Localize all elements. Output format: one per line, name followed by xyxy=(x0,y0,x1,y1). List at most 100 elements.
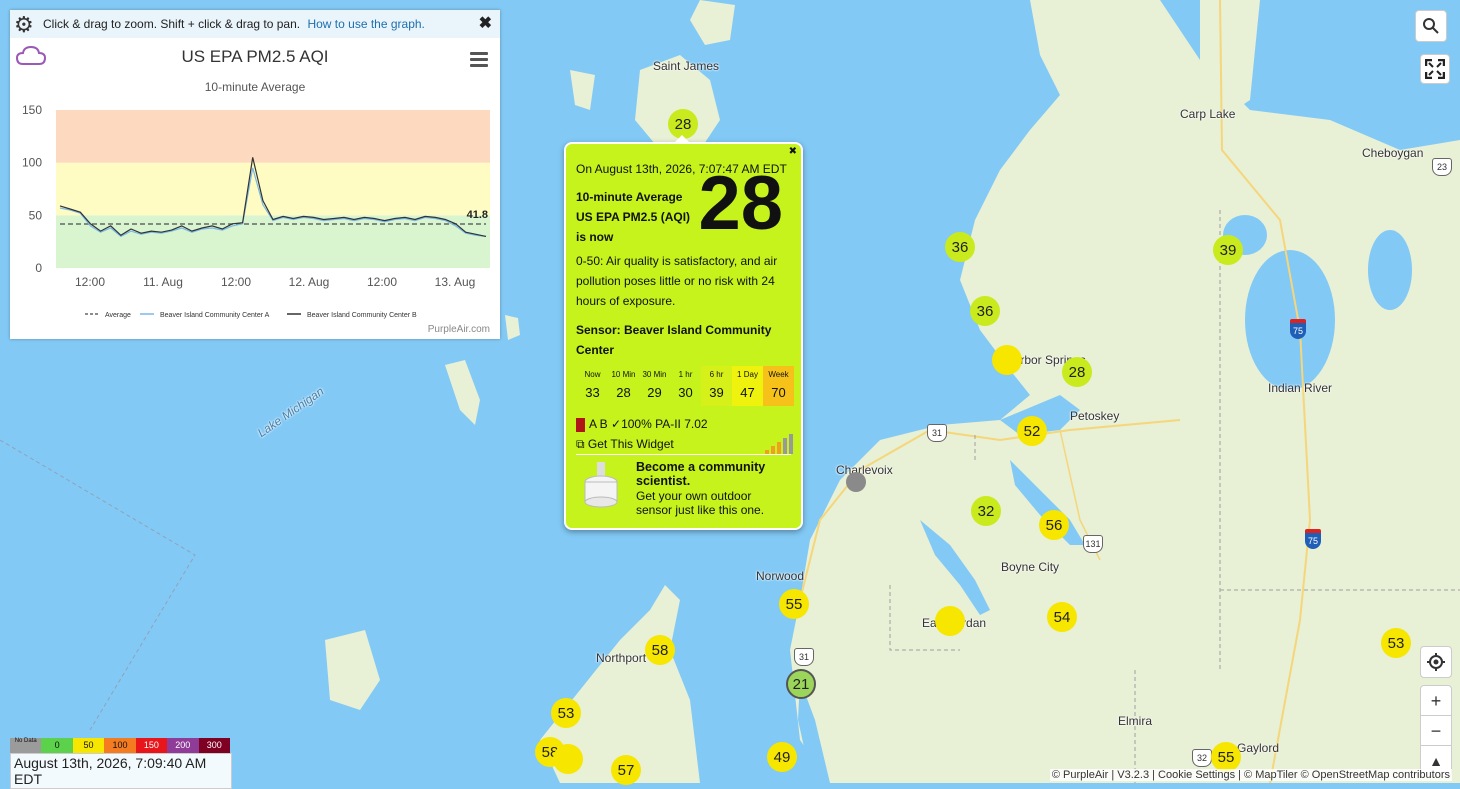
sensor-marker[interactable] xyxy=(846,472,866,492)
graph-help-link[interactable]: How to use the graph. xyxy=(307,17,424,31)
sensor-marker[interactable]: 57 xyxy=(611,755,641,785)
close-icon[interactable]: ✖ xyxy=(479,13,492,33)
x-tick-label: 12. Aug xyxy=(289,275,330,289)
legend-label: Average xyxy=(105,312,131,319)
place-label: Elmira xyxy=(1118,714,1153,728)
graph-subtitle: 10-minute Average xyxy=(204,80,306,94)
popup-arrow xyxy=(674,135,690,143)
sensor-marker[interactable]: 53 xyxy=(551,698,581,728)
place-label: Norwood xyxy=(756,569,805,583)
sensor-marker[interactable]: 32 xyxy=(971,496,1001,526)
aqi-band xyxy=(56,110,490,163)
zoom-out-button[interactable]: − xyxy=(1420,715,1452,747)
legend-item: 50 xyxy=(72,738,105,753)
route-shield: 31 xyxy=(927,424,947,442)
graph-credit: PurpleAir.com xyxy=(427,324,490,335)
legend-item: 200 xyxy=(167,738,199,753)
place-label: Petoskey xyxy=(1070,409,1120,423)
x-tick-label: 12:00 xyxy=(221,275,251,289)
history-cell: 30 Min 29 xyxy=(639,366,670,406)
popup-status: A B ✓100% PA-II 7.02 xyxy=(576,417,708,432)
legend-item: 0 xyxy=(41,738,73,753)
divider xyxy=(576,454,791,455)
gear-icon[interactable]: ⚙ xyxy=(14,12,34,38)
x-tick-label: 13. Aug xyxy=(435,275,476,289)
interstate-shield: 75 xyxy=(1290,319,1306,339)
menu-icon[interactable] xyxy=(470,52,488,70)
popup-description: 0-50: Air quality is satisfactory, and a… xyxy=(576,254,778,308)
sensor-popup: ✖ On August 13th, 2026, 7:07:47 AM EDT 1… xyxy=(564,135,803,530)
graph-panel: ⚙ Click & drag to zoom. Shift + click & … xyxy=(10,10,500,339)
popup-aqi-value: 28 xyxy=(698,161,783,246)
sensor-marker[interactable]: 49 xyxy=(767,742,797,772)
fullscreen-icon[interactable] xyxy=(1420,54,1450,84)
graph-hint: Click & drag to zoom. Shift + click & dr… xyxy=(43,17,301,31)
history-cell: 1 hr 30 xyxy=(670,366,701,406)
close-icon[interactable]: ✖ xyxy=(789,146,797,157)
popup-label: 10-minute Average US EPA PM2.5 (AQI) is … xyxy=(576,190,691,244)
sensor-marker[interactable] xyxy=(935,606,965,636)
search-icon[interactable] xyxy=(1415,10,1447,42)
sensor-marker[interactable] xyxy=(992,345,1022,375)
graph-title: US EPA PM2.5 AQI xyxy=(181,47,329,66)
sensor-marker[interactable]: 55 xyxy=(1211,742,1241,772)
history-table: Now 33 10 Min 28 30 Min 29 1 hr 30 6 hr 39 1 … xyxy=(577,366,794,406)
promo-title[interactable]: Become a community scientist. xyxy=(636,460,786,488)
legend-time: August 13th, 2026, 7:09:40 AM EDT xyxy=(10,753,232,789)
promo-text: Get your own outdoor sensor just like th… xyxy=(636,489,765,517)
popup-sensor-name: Sensor: Beaver Island Community Center xyxy=(576,323,772,357)
legend-bar: No Data 0 50 100 150 200 300 xyxy=(10,738,230,753)
get-widget-link[interactable]: ⧉ Get This Widget xyxy=(576,437,674,452)
route-shield: 32 xyxy=(1192,749,1212,767)
route-shield: 31 xyxy=(794,648,814,666)
sensor-marker[interactable]: 52 xyxy=(1017,416,1047,446)
sensor-marker[interactable]: 56 xyxy=(1039,510,1069,540)
average-label: 41.8 xyxy=(467,209,488,221)
sensor-device-image[interactable] xyxy=(584,462,618,508)
sensor-marker[interactable]: 54 xyxy=(1047,602,1077,632)
graph-toolbar: ⚙ Click & drag to zoom. Shift + click & … xyxy=(10,10,500,38)
sensor-marker[interactable]: 36 xyxy=(945,232,975,262)
route-shield: 131 xyxy=(1083,535,1103,553)
place-label: Boyne City xyxy=(1001,560,1060,574)
sensor-marker[interactable]: 39 xyxy=(1213,235,1243,265)
signal-icon xyxy=(765,434,793,454)
widget-icon: ⧉ xyxy=(576,437,588,451)
thermometer-icon xyxy=(576,417,585,432)
sensor-marker[interactable] xyxy=(553,744,583,774)
aqi-chart[interactable]: 0 50 100 150 12:00 11. Aug 12:00 12. Aug 12:00 13… xyxy=(10,100,500,335)
y-tick-label: 100 xyxy=(22,156,42,170)
history-cell: 6 hr 39 xyxy=(701,366,732,406)
place-label: Indian River xyxy=(1268,381,1333,395)
history-cell: 10 Min 28 xyxy=(608,366,639,406)
sensor-marker[interactable]: 55 xyxy=(779,589,809,619)
legend-item: 150 xyxy=(135,738,168,753)
place-label: Carp Lake xyxy=(1180,107,1236,121)
interstate-shield: 75 xyxy=(1305,529,1321,549)
zoom-in-button[interactable]: + xyxy=(1420,685,1452,717)
attribution[interactable]: © PurpleAir | V3.2.3 | Cookie Settings |… xyxy=(1049,769,1452,781)
y-tick-label: 50 xyxy=(29,208,43,222)
sensor-marker[interactable]: 58 xyxy=(645,635,675,665)
history-cell: 1 Day 47 xyxy=(732,366,763,406)
place-label: Northport xyxy=(596,651,647,665)
sensor-marker[interactable]: 21 xyxy=(786,669,816,699)
legend-item: 100 xyxy=(104,738,136,753)
sensor-marker[interactable]: 53 xyxy=(1381,628,1411,658)
y-tick-label: 150 xyxy=(22,103,42,117)
place-label: Saint James xyxy=(653,59,720,73)
place-label: Gaylord xyxy=(1237,741,1280,755)
legend-label: Beaver Island Community Center A xyxy=(160,312,270,319)
sensor-marker[interactable]: 28 xyxy=(1062,357,1092,387)
x-tick-label: 12:00 xyxy=(367,275,397,289)
legend-item: 300 xyxy=(198,738,230,753)
route-shield: 23 xyxy=(1432,158,1452,176)
legend-item: No Data xyxy=(10,738,42,753)
x-tick-label: 11. Aug xyxy=(143,275,183,289)
aqi-legend: No Data 0 50 100 150 200 300 August 13th… xyxy=(10,738,232,789)
x-tick-label: 12:00 xyxy=(75,275,105,289)
sensor-marker[interactable]: 36 xyxy=(970,296,1000,326)
aqi-band xyxy=(56,162,490,216)
locate-icon[interactable] xyxy=(1420,646,1452,678)
aqi-band xyxy=(56,215,490,268)
